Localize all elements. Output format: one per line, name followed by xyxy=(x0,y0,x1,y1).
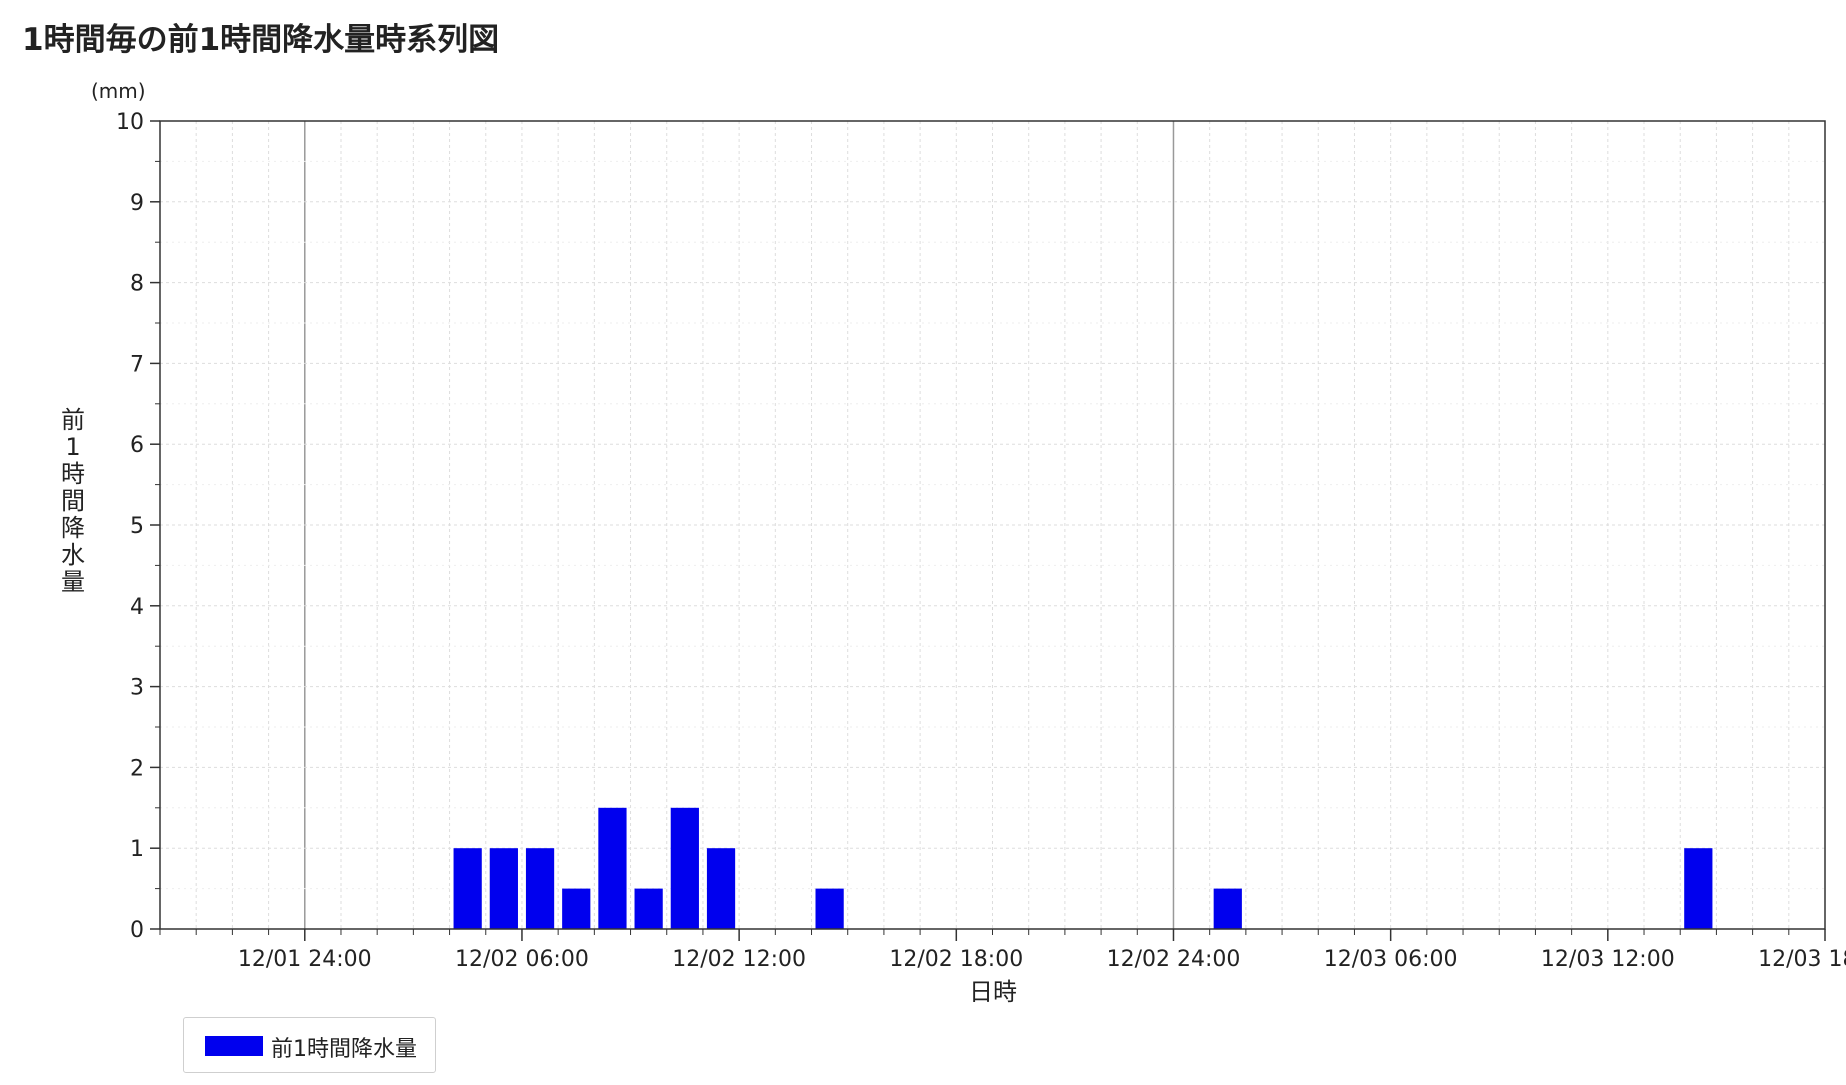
bar xyxy=(1684,848,1713,929)
x-tick-label: 12/02 18:00 xyxy=(889,947,1023,972)
y-tick-label: 1 xyxy=(130,837,144,862)
x-tick-label: 12/03 12:00 xyxy=(1541,947,1675,972)
bar xyxy=(670,807,699,929)
y-tick-label: 5 xyxy=(130,514,144,539)
bar xyxy=(634,888,663,929)
bar xyxy=(562,888,591,929)
bar xyxy=(706,848,736,929)
y-tick-label: 0 xyxy=(130,918,144,943)
y-tick-label: 3 xyxy=(130,676,144,701)
bar xyxy=(1213,888,1242,929)
chart: 0 1 2 3 4 5 6 7 8 9 10 12/01 24:00 12/02 06:00 12/02… xyxy=(61,79,1846,1006)
legend-label: 前1時間降水量 xyxy=(271,1037,417,1062)
x-axis-title: 日時 xyxy=(969,978,1017,1006)
x-tick-label: 12/01 24:00 xyxy=(238,947,372,972)
x-tick-label: 12/02 06:00 xyxy=(455,947,589,972)
vertical-gridlines xyxy=(195,121,1790,929)
y-tick-label: 10 xyxy=(116,110,144,135)
x-tick-label: 12/03 06:00 xyxy=(1324,947,1458,972)
y-tick-label: 6 xyxy=(130,433,144,458)
x-tick-labels: 12/01 24:00 12/02 06:00 12/02 12:00 12/02 1… xyxy=(238,947,1846,972)
bar xyxy=(489,848,518,929)
axes xyxy=(150,120,1826,941)
y-tick-label: 8 xyxy=(130,272,144,297)
x-tick-label: 12/03 18:00 xyxy=(1758,947,1846,972)
x-tick-label: 12/02 12:00 xyxy=(672,947,806,972)
legend-swatch xyxy=(205,1036,263,1056)
bar xyxy=(598,807,627,929)
y-unit-label: (mm) xyxy=(91,79,146,103)
bar xyxy=(525,848,555,929)
y-tick-label: 9 xyxy=(130,191,144,216)
bars xyxy=(453,807,1713,929)
y-tick-label: 4 xyxy=(130,595,144,620)
x-tick-label: 12/02 24:00 xyxy=(1107,947,1241,972)
y-tick-label: 2 xyxy=(130,756,144,781)
y-tick-labels: 0 1 2 3 4 5 6 7 8 9 10 xyxy=(116,110,144,943)
bar xyxy=(815,888,844,929)
legend: 前1時間降水量 xyxy=(183,1017,436,1073)
y-tick-label: 7 xyxy=(130,352,144,377)
y-axis-title: 前 1 時間降水量 xyxy=(61,406,85,596)
bar xyxy=(453,848,482,929)
